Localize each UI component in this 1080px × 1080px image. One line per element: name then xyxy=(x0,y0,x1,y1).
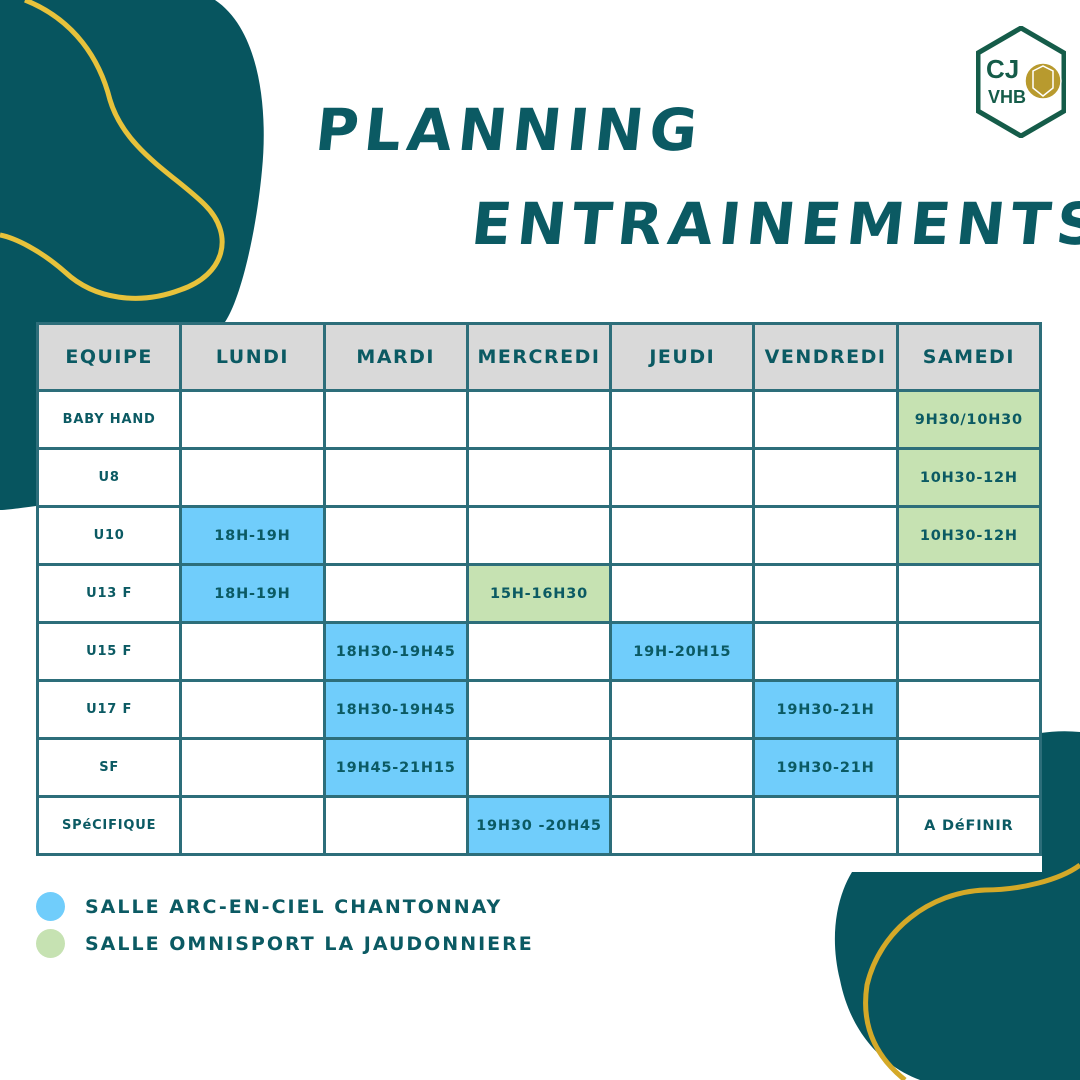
schedule-cell-mardi: 18H30-19H45 xyxy=(322,679,469,740)
schedule-cell-jeudi xyxy=(609,563,756,624)
column-header-mardi: MARDI xyxy=(322,322,469,392)
schedule-cell-vendredi xyxy=(752,389,899,450)
table-row: U15 F 18H30-19H45 19H-20H15 xyxy=(35,621,1043,682)
schedule-cell-jeudi xyxy=(609,679,756,740)
legend-label: SALLE ARC-EN-CIEL CHANTONNAY xyxy=(85,895,503,918)
column-header-vendredi: VENDREDI xyxy=(752,322,899,392)
column-header-equipe: EQUIPE xyxy=(35,322,183,392)
schedule-cell-mercredi: 15H-16H30 xyxy=(465,563,613,624)
schedule-cell-vendredi xyxy=(752,447,899,508)
schedule-cell-samedi: A DéFINIR xyxy=(895,795,1043,856)
title-line1: PLANNING xyxy=(312,96,707,164)
schedule-cell-lundi xyxy=(179,737,326,798)
schedule-cell-samedi xyxy=(895,621,1043,682)
schedule-cell-mardi: 18H30-19H45 xyxy=(322,621,469,682)
schedule-cell-lundi: 18H-19H xyxy=(179,505,326,566)
handball-icon xyxy=(1024,62,1062,100)
column-header-mercredi: MERCREDI xyxy=(465,322,613,392)
schedule-cell-lundi xyxy=(179,621,326,682)
title-line2: ENTRAINEMENTS xyxy=(468,190,1080,258)
team-name-cell: SF xyxy=(35,737,183,798)
table-row: U17 F 18H30-19H45 19H30-21H xyxy=(35,679,1043,740)
schedule-cell-samedi: 9H30/10H30 xyxy=(895,389,1043,450)
schedule-cell-vendredi xyxy=(752,563,899,624)
header-row: EQUIPE LUNDI MARDI MERCREDI JEUDI VENDREDI SAM… xyxy=(35,322,1043,392)
schedule-cell-mercredi xyxy=(465,679,613,740)
schedule-cell-lundi xyxy=(179,795,326,856)
schedule-cell-mardi xyxy=(322,795,469,856)
column-header-samedi: SAMEDI xyxy=(895,322,1043,392)
schedule-cell-vendredi xyxy=(752,795,899,856)
table-row: BABY HAND 9H30/10H30 xyxy=(35,389,1043,450)
legend-dot-icon xyxy=(36,929,65,958)
column-header-lundi: LUNDI xyxy=(179,322,326,392)
schedule-cell-jeudi: 19H-20H15 xyxy=(609,621,756,682)
legend-item-blue: SALLE ARC-EN-CIEL CHANTONNAY xyxy=(36,888,534,925)
team-name-cell: U13 F xyxy=(35,563,183,624)
schedule-cell-jeudi xyxy=(609,737,756,798)
schedule-cell-vendredi xyxy=(752,621,899,682)
schedule-cell-mardi xyxy=(322,505,469,566)
table-row: U13 F 18H-19H 15H-16H30 xyxy=(35,563,1043,624)
schedule-cell-mardi xyxy=(322,389,469,450)
club-logo: CJ VHB xyxy=(976,26,1066,138)
schedule-cell-mardi xyxy=(322,563,469,624)
schedule-cell-lundi xyxy=(179,679,326,740)
team-name-cell: U10 xyxy=(35,505,183,566)
schedule-cell-jeudi xyxy=(609,389,756,450)
schedule-cell-lundi: 18H-19H xyxy=(179,563,326,624)
schedule-cell-mercredi xyxy=(465,621,613,682)
training-schedule-table: EQUIPE LUNDI MARDI MERCREDI JEUDI VENDREDI SAM… xyxy=(35,322,1043,856)
schedule-cell-mardi xyxy=(322,447,469,508)
schedule-cell-vendredi: 19H30-21H xyxy=(752,679,899,740)
table-row: SF 19H45-21H15 19H30-21H xyxy=(35,737,1043,798)
schedule-cell-samedi: 10H30-12H xyxy=(895,505,1043,566)
team-name-cell: U17 F xyxy=(35,679,183,740)
schedule-cell-mercredi: 19H30 -20H45 xyxy=(465,795,613,856)
schedule-cell-jeudi xyxy=(609,505,756,566)
logo-line2: VHB xyxy=(988,87,1026,107)
schedule-cell-mercredi xyxy=(465,389,613,450)
schedule-cell-vendredi: 19H30-21H xyxy=(752,737,899,798)
legend-label: SALLE OMNISPORT LA JAUDONNIERE xyxy=(85,932,534,955)
schedule-cell-jeudi xyxy=(609,795,756,856)
schedule-cell-lundi xyxy=(179,447,326,508)
table-row: U8 10H30-12H xyxy=(35,447,1043,508)
schedule-cell-mercredi xyxy=(465,737,613,798)
schedule-cell-samedi xyxy=(895,563,1043,624)
schedule-cell-jeudi xyxy=(609,447,756,508)
team-name-cell: U15 F xyxy=(35,621,183,682)
legend-item-green: SALLE OMNISPORT LA JAUDONNIERE xyxy=(36,925,534,962)
schedule-cell-samedi: 10H30-12H xyxy=(895,447,1043,508)
column-header-jeudi: JEUDI xyxy=(609,322,756,392)
team-name-cell: BABY HAND xyxy=(35,389,183,450)
schedule-cell-lundi xyxy=(179,389,326,450)
team-name-cell: U8 xyxy=(35,447,183,508)
legend-dot-icon xyxy=(36,892,65,921)
schedule-cell-vendredi xyxy=(752,505,899,566)
table-row: SPéCIFIQUE 19H30 -20H45 A DéFINIR xyxy=(35,795,1043,856)
legend: SALLE ARC-EN-CIEL CHANTONNAY SALLE OMNISP… xyxy=(36,888,534,962)
schedule-cell-samedi xyxy=(895,679,1043,740)
team-name-cell: SPéCIFIQUE xyxy=(35,795,183,856)
schedule-cell-mardi: 19H45-21H15 xyxy=(322,737,469,798)
logo-line1: CJ xyxy=(986,54,1019,84)
schedule-cell-mercredi xyxy=(465,505,613,566)
schedule-cell-mercredi xyxy=(465,447,613,508)
table-row: U10 18H-19H 10H30-12H xyxy=(35,505,1043,566)
schedule-cell-samedi xyxy=(895,737,1043,798)
